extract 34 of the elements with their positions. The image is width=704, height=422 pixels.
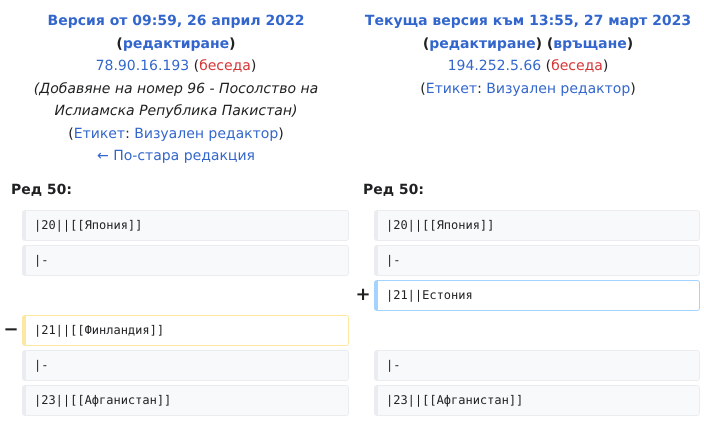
link[interactable]: Етикет xyxy=(426,80,478,96)
link[interactable]: Визуален редактор xyxy=(134,126,278,142)
link[interactable]: редактиране xyxy=(122,36,230,52)
punctuation-text: ( xyxy=(422,36,430,52)
punctuation-text: ) xyxy=(250,58,256,74)
link[interactable]: 78.90.16.193 xyxy=(96,58,190,74)
link[interactable]: 194.252.5.66 xyxy=(448,58,542,74)
older-edit-link[interactable]: ← По-стара редакция xyxy=(97,148,255,164)
revision-title-link[interactable]: Версия от 09:59, 26 април 2022 xyxy=(48,13,304,29)
link[interactable]: връщане xyxy=(553,36,627,52)
punctuation-text: ( xyxy=(192,58,200,74)
talk-link[interactable]: беседа xyxy=(199,58,251,74)
punctuation-text: ( xyxy=(420,80,426,96)
line-number-label: Ред 50: xyxy=(11,182,72,198)
punctuation-text: ( xyxy=(544,58,552,74)
line-number-label: Ред 50: xyxy=(363,182,424,198)
punctuation-text: : xyxy=(477,80,483,96)
edit-summary: (Добавяне на номер 96 - Посолство на Ислиамска Република Пакистан) xyxy=(32,80,320,121)
removed-line-marker: − xyxy=(3,321,19,339)
punctuation-text: ( xyxy=(116,36,123,52)
link[interactable]: Етикет xyxy=(74,126,126,142)
punctuation-text: : xyxy=(125,126,131,142)
punctuation-text: ) ( xyxy=(536,36,554,52)
punctuation-text: ) xyxy=(602,58,608,74)
link[interactable]: Визуален редактор xyxy=(486,80,630,96)
punctuation-text: ( xyxy=(68,126,74,142)
punctuation-text: ) xyxy=(229,36,236,52)
added-line-marker: + xyxy=(355,286,371,304)
revision-title-link[interactable]: Текуща версия към 13:55, 27 март 2023 xyxy=(364,13,692,29)
punctuation-text: ) xyxy=(278,126,284,142)
punctuation-text: ) xyxy=(626,36,634,52)
punctuation-text: ) xyxy=(630,80,636,96)
link[interactable]: редактиране xyxy=(429,36,536,52)
talk-link[interactable]: беседа xyxy=(551,58,603,74)
